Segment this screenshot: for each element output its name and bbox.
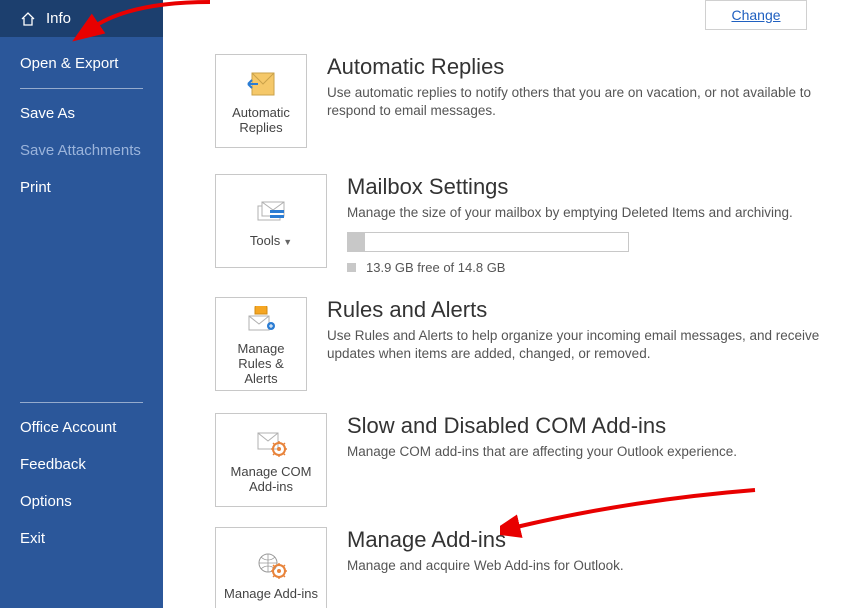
info-panel: Change Automatic Replies Automatic Repli…: [163, 0, 847, 608]
section-title-mailbox: Mailbox Settings: [347, 174, 793, 200]
com-addins-icon: [255, 425, 287, 461]
mailbox-quota-text-row: 13.9 GB free of 14.8 GB: [347, 260, 793, 275]
section-title-automatic-replies: Automatic Replies: [327, 54, 847, 80]
automatic-replies-tile[interactable]: Automatic Replies: [215, 54, 307, 148]
mailbox-quota-fill: [348, 233, 365, 251]
tile-label: Automatic Replies: [216, 106, 306, 136]
chevron-down-icon: ▼: [283, 237, 292, 247]
section-title-rules: Rules and Alerts: [327, 297, 847, 323]
section-desc: Manage and acquire Web Add-ins for Outlo…: [347, 557, 624, 575]
section-desc: Manage the size of your mailbox by empty…: [347, 204, 793, 222]
section-title-web-addins: Manage Add-ins: [347, 527, 624, 553]
section-title-com-addins: Slow and Disabled COM Add-ins: [347, 413, 737, 439]
mailbox-quota-text: 13.9 GB free of 14.8 GB: [366, 260, 505, 275]
tile-label: Manage COM Add-ins: [216, 465, 326, 495]
tile-label: Manage Add-ins: [218, 587, 324, 602]
sidebar-divider: [20, 402, 143, 403]
sidebar-divider: [20, 88, 143, 89]
sidebar-item-feedback[interactable]: Feedback: [0, 446, 163, 483]
sidebar-item-print[interactable]: Print: [0, 169, 163, 206]
tile-label: Manage Rules & Alerts: [216, 342, 306, 387]
sidebar-item-open-export[interactable]: Open & Export: [0, 45, 163, 82]
manage-web-addins-tile[interactable]: Manage Add-ins: [215, 527, 327, 608]
sidebar-item-save-as[interactable]: Save As: [0, 95, 163, 132]
sidebar-label: Save As: [20, 105, 75, 122]
sidebar-label: Options: [20, 493, 72, 510]
sidebar-item-info[interactable]: Info: [0, 0, 163, 37]
change-link[interactable]: Change: [731, 7, 780, 23]
tools-icon: [256, 194, 286, 230]
sidebar-label: Office Account: [20, 419, 116, 436]
sidebar-label: Info: [46, 10, 71, 27]
tile-label: Tools▼: [244, 234, 298, 249]
home-icon: [20, 11, 36, 27]
sidebar-item-save-attachments: Save Attachments: [0, 132, 163, 169]
sidebar-item-exit[interactable]: Exit: [0, 520, 163, 557]
file-sidebar: Info Open & Export Save As Save Attachme…: [0, 0, 163, 608]
sidebar-item-office-account[interactable]: Office Account: [0, 409, 163, 446]
section-desc: Use Rules and Alerts to help organize yo…: [327, 327, 847, 363]
manage-com-addins-tile[interactable]: Manage COM Add-ins: [215, 413, 327, 507]
rules-icon: [245, 302, 277, 338]
sidebar-item-options[interactable]: Options: [0, 483, 163, 520]
tools-tile[interactable]: Tools▼: [215, 174, 327, 268]
account-change-box: Change: [705, 0, 807, 30]
sidebar-label: Exit: [20, 530, 45, 547]
quota-legend-swatch: [347, 263, 356, 272]
mailbox-quota-bar: [347, 232, 629, 252]
automatic-replies-icon: [244, 66, 278, 102]
section-desc: Manage COM add-ins that are affecting yo…: [347, 443, 737, 461]
sidebar-label: Open & Export: [20, 55, 118, 72]
web-addins-icon: [255, 547, 287, 583]
section-desc: Use automatic replies to notify others t…: [327, 84, 847, 120]
sidebar-label: Print: [20, 179, 51, 196]
sidebar-label: Feedback: [20, 456, 86, 473]
sidebar-label: Save Attachments: [20, 142, 141, 159]
manage-rules-tile[interactable]: Manage Rules & Alerts: [215, 297, 307, 391]
